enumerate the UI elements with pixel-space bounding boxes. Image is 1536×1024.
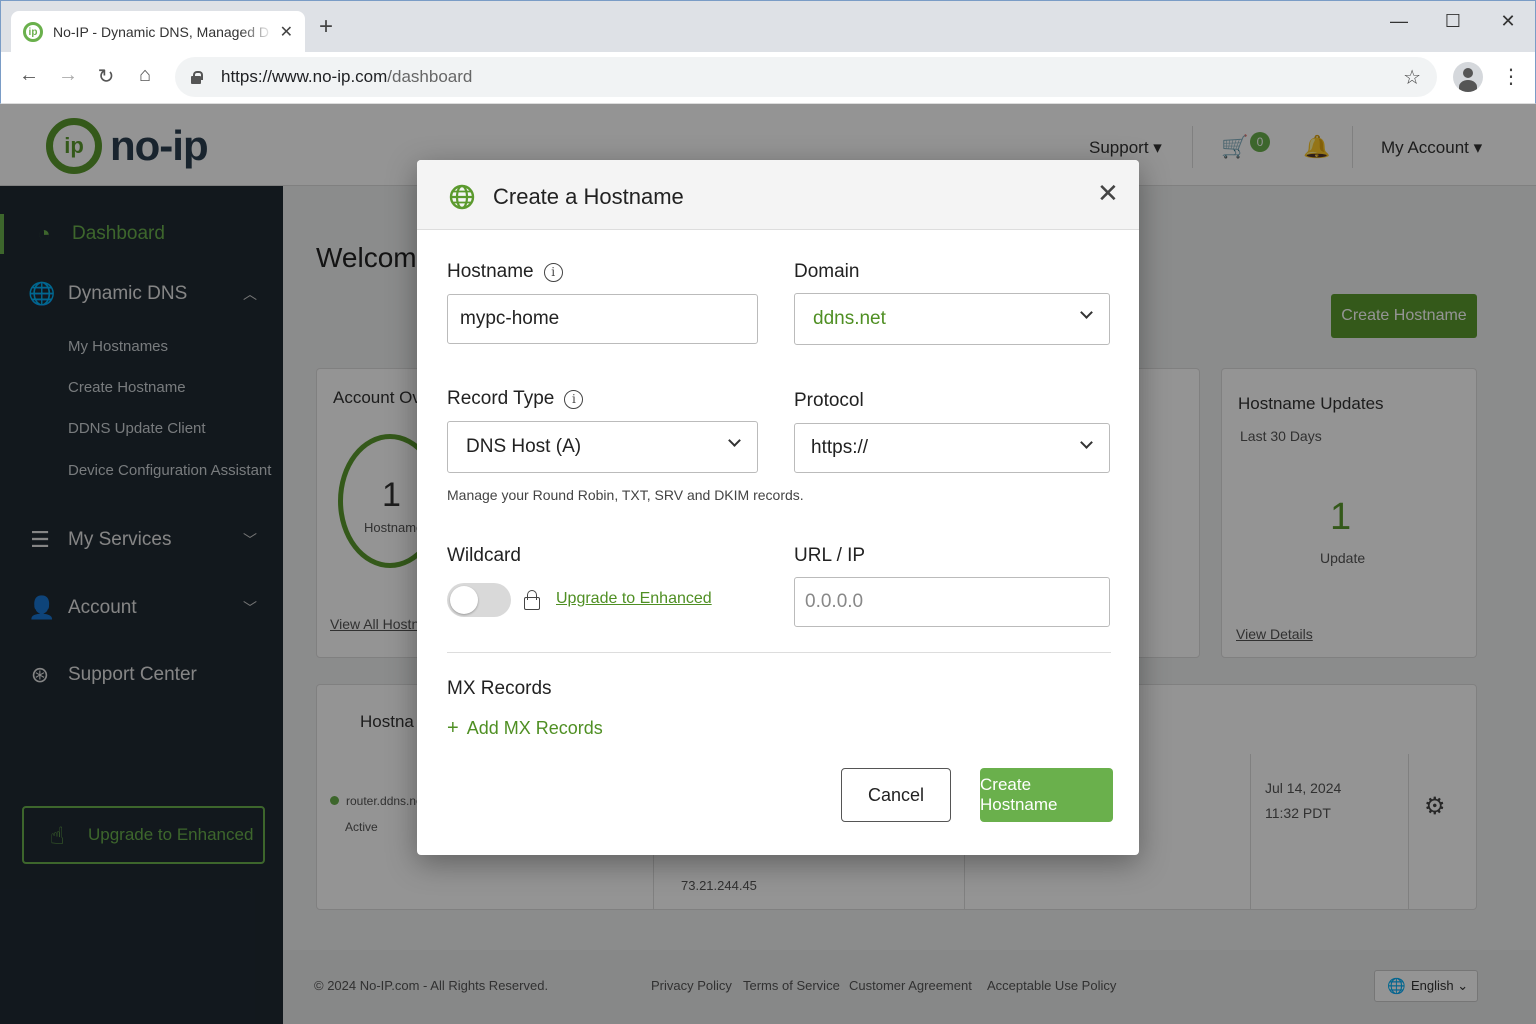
close-tab-icon[interactable]: ✕ xyxy=(280,22,293,42)
dialog-header: Create a Hostname ✕ xyxy=(417,160,1139,230)
address-bar[interactable]: https://www.no-ip.com/dashboard ☆ xyxy=(175,57,1437,97)
info-icon[interactable]: i xyxy=(543,262,563,282)
cancel-button[interactable]: Cancel xyxy=(841,768,951,822)
chevron-down-icon xyxy=(1080,306,1093,319)
protocol-label: Protocol xyxy=(794,390,864,411)
create-hostname-dialog: Create a Hostname ✕ Hostname i mypc-home… xyxy=(417,160,1139,855)
close-dialog-icon[interactable]: ✕ xyxy=(1097,180,1119,206)
browser-tab[interactable]: ip No-IP - Dynamic DNS, Managed D ✕ xyxy=(11,11,305,53)
add-mx-records-link[interactable]: + Add MX Records xyxy=(447,717,603,740)
back-arrow-icon[interactable]: ← xyxy=(15,64,43,87)
url-text: https://www.no-ip.com/dashboard xyxy=(221,67,473,86)
profile-avatar-icon[interactable] xyxy=(1453,62,1483,92)
home-icon[interactable]: ⌂ xyxy=(131,64,159,87)
protocol-select[interactable]: https:// xyxy=(794,423,1110,473)
noip-favicon-icon: ip xyxy=(23,22,43,42)
browser-menu-icon[interactable]: ⋮ xyxy=(1501,64,1521,89)
plus-icon: + xyxy=(447,717,459,739)
dialog-title: Create a Hostname xyxy=(493,184,684,209)
record-type-select[interactable]: DNS Host (A) xyxy=(447,421,758,473)
record-type-helper: Manage your Round Robin, TXT, SRV and DK… xyxy=(447,487,804,503)
forward-arrow-icon[interactable]: → xyxy=(54,64,82,87)
lock-icon xyxy=(524,590,540,610)
minimize-window-button[interactable]: — xyxy=(1379,11,1419,32)
wildcard-label: Wildcard xyxy=(447,545,521,566)
browser-tabstrip: ip No-IP - Dynamic DNS, Managed D ✕ + — … xyxy=(0,0,1536,53)
create-hostname-button[interactable]: Create Hostname xyxy=(980,768,1113,822)
url-ip-input[interactable]: 0.0.0.0 xyxy=(794,577,1110,627)
section-divider xyxy=(447,652,1111,653)
new-tab-button[interactable]: + xyxy=(319,15,333,39)
record-type-label: Record Type i xyxy=(447,388,584,410)
close-window-button[interactable]: ✕ xyxy=(1488,11,1528,32)
domain-select[interactable]: ddns.net xyxy=(794,293,1110,345)
wildcard-toggle[interactable] xyxy=(447,583,511,617)
tab-title: No-IP - Dynamic DNS, Managed D xyxy=(53,24,270,40)
bookmark-star-icon[interactable]: ☆ xyxy=(1403,65,1421,90)
upgrade-to-enhanced-link[interactable]: Upgrade to Enhanced xyxy=(556,590,712,608)
chevron-down-icon xyxy=(1080,436,1093,449)
hostname-label: Hostname i xyxy=(447,261,563,283)
globe-icon xyxy=(449,184,475,215)
url-ip-label: URL / IP xyxy=(794,545,866,566)
domain-label: Domain xyxy=(794,261,860,282)
hostname-input[interactable]: mypc-home xyxy=(447,294,758,344)
browser-toolbar: ← → ↻ ⌂ https://www.no-ip.com/dashboard … xyxy=(0,52,1536,104)
reload-icon[interactable]: ↻ xyxy=(92,64,120,89)
maximize-window-button[interactable]: ☐ xyxy=(1433,11,1473,32)
chevron-down-icon xyxy=(728,434,741,447)
info-icon[interactable]: i xyxy=(564,389,584,409)
mx-records-heading: MX Records xyxy=(447,678,552,699)
lock-icon xyxy=(191,71,203,84)
